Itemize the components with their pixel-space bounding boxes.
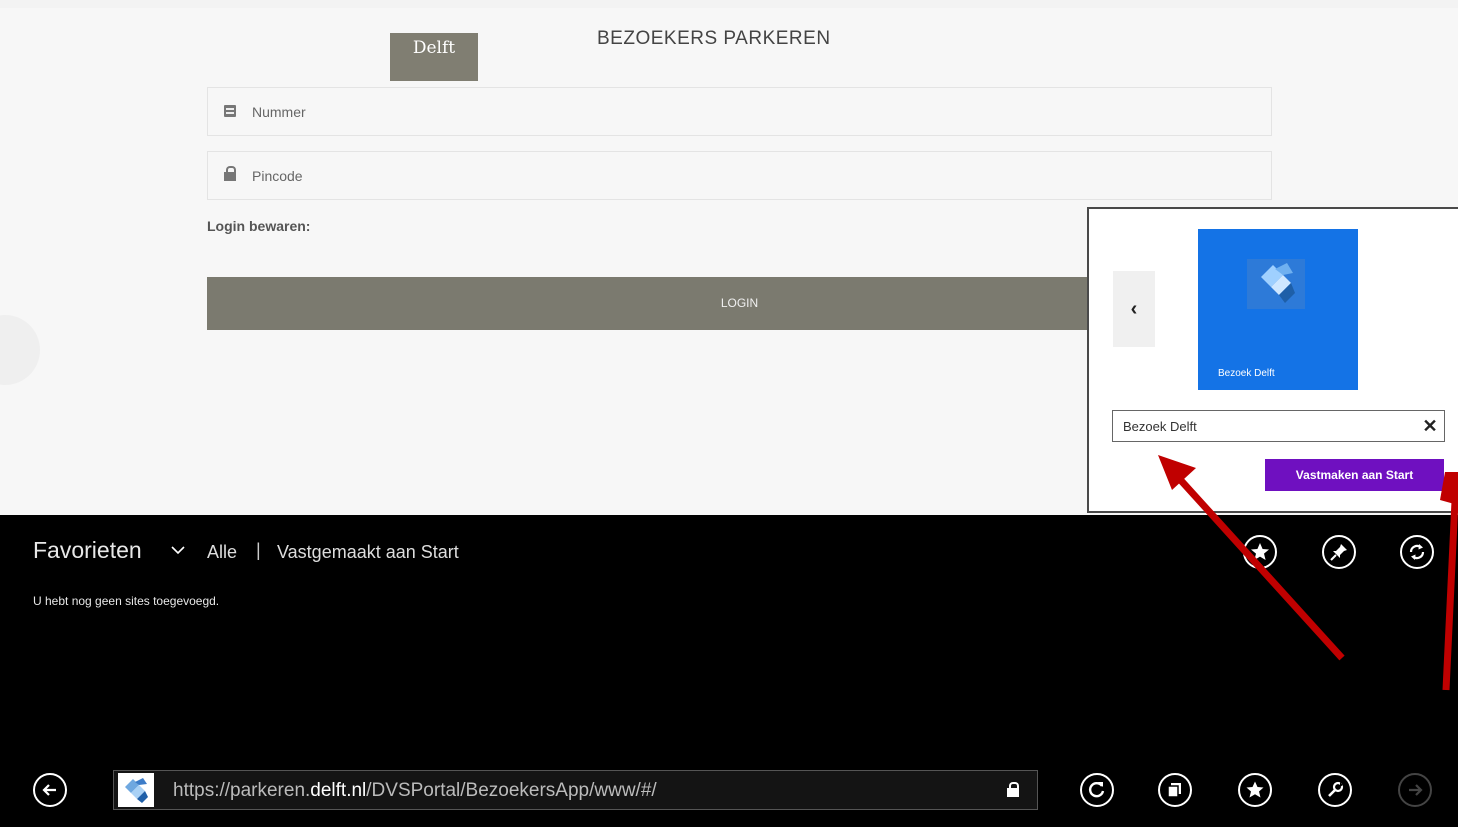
pin-icon[interactable] [1322,535,1356,569]
lock-icon [1007,782,1019,797]
number-placeholder: Nummer [252,104,306,120]
clear-icon[interactable]: ✕ [1419,414,1441,438]
delft-logo: Delft [390,33,478,81]
number-field[interactable]: Nummer [207,87,1272,136]
chevron-down-icon[interactable] [171,545,185,557]
tile-name-input[interactable] [1112,410,1445,442]
site-icon [1247,259,1305,309]
back-icon[interactable] [33,773,67,807]
forward-icon[interactable] [1398,773,1432,807]
empty-favorites-message: U hebt nog geen sites toegevoegd. [33,594,220,608]
site-favicon [118,773,154,807]
favorites-icon[interactable] [1238,773,1272,807]
tab-all[interactable]: Alle [207,542,237,563]
remember-login-label: Login bewaren: [207,218,311,234]
url-text[interactable]: https://parkeren.delft.nl/DVSPortal/Bezo… [173,780,657,802]
tile-label: Bezoek Delft [1218,368,1275,379]
tab-pinned-to-start[interactable]: Vastgemaakt aan Start [277,542,459,563]
lock-icon [224,166,236,181]
pin-to-start-button[interactable]: Vastmaken aan Start [1265,459,1444,491]
card-icon [224,105,236,117]
address-bar[interactable]: https://parkeren.delft.nl/DVSPortal/Bezo… [113,770,1038,810]
sync-icon[interactable] [1400,535,1434,569]
pin-to-start-flyout: ‹ Bezoek Delft ✕ Vastmaken aan Start [1087,207,1458,513]
page-title: BEZOEKERS PARKEREN [597,28,831,49]
tab-separator: | [256,540,261,560]
tools-icon[interactable] [1318,773,1352,807]
add-favorite-icon[interactable] [1243,535,1277,569]
favorites-title[interactable]: Favorieten [33,537,142,564]
refresh-icon[interactable] [1080,773,1114,807]
previous-tile-button[interactable]: ‹ [1113,271,1155,347]
pincode-field[interactable]: Pincode [207,151,1272,200]
browser-app-bar: Favorieten Alle | Vastgemaakt aan Start … [0,515,1458,827]
pincode-placeholder: Pincode [252,168,303,184]
tabs-icon[interactable] [1158,773,1192,807]
tile-preview: Bezoek Delft [1198,229,1358,390]
